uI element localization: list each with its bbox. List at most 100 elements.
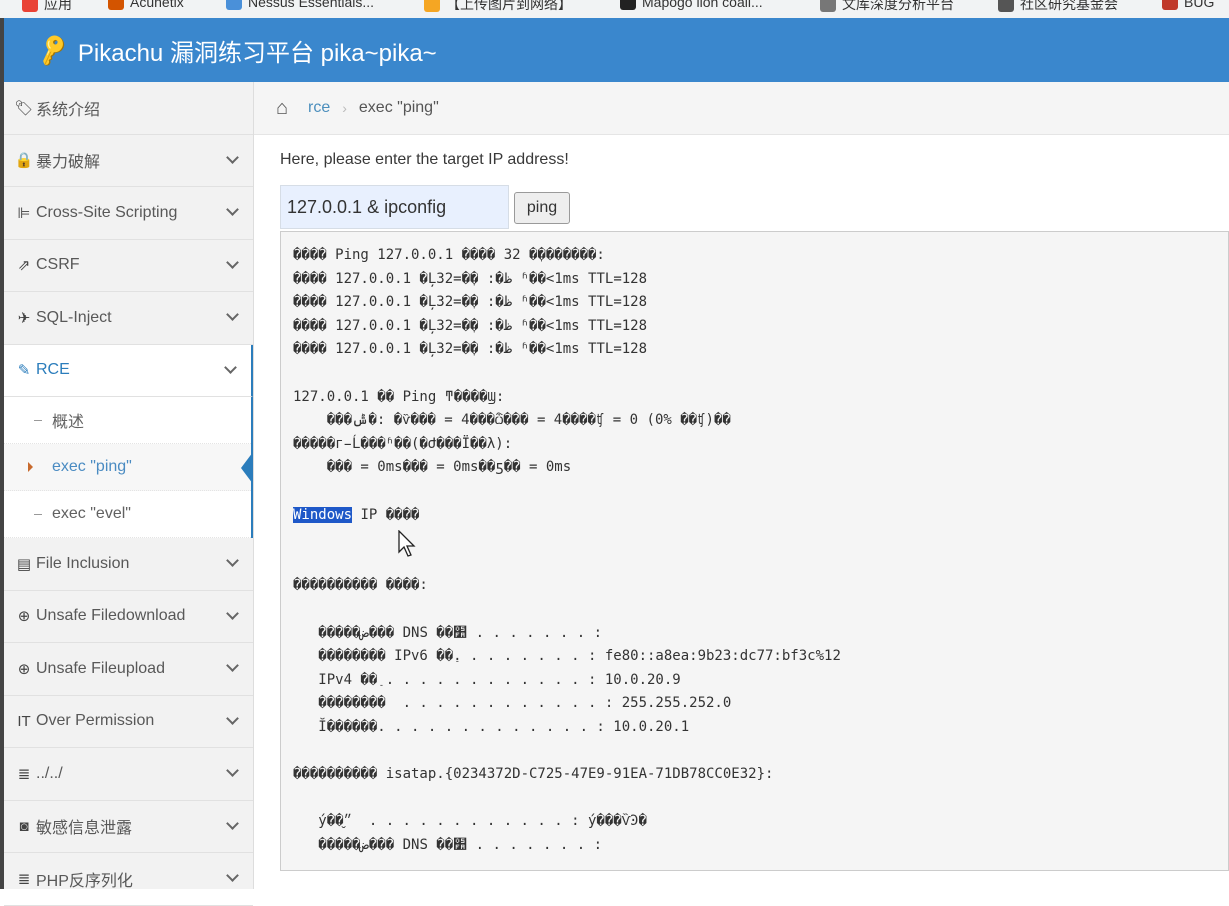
bookmark-item[interactable]: Acunetix	[108, 0, 184, 10]
bookmark-label: Acunetix	[130, 0, 184, 10]
chevron-down-icon	[226, 659, 239, 672]
chevron-down-icon	[226, 203, 239, 216]
bookmark-icon	[226, 0, 242, 10]
sidebar-item-sql-inject[interactable]: ✈ SQL-Inject	[4, 292, 253, 345]
sidebar-item-file-inclusion[interactable]: ▤ File Inclusion	[4, 538, 253, 591]
sidebar-item-label: 暴力破解	[36, 154, 101, 172]
chevron-down-icon	[226, 554, 239, 567]
command-output-text: ���� Ping 127.0.0.1 ���� 32 �ֽ�������: �…	[293, 244, 1228, 857]
submenu-item-label: exec "ping"	[52, 458, 132, 475]
sidebar-item-label: RCE	[36, 361, 70, 379]
bookmark-item[interactable]: 【上传图片到网络】	[424, 0, 572, 14]
bookmark-label: 文库深度分析平台	[842, 0, 954, 12]
bookmark-icon	[820, 0, 836, 12]
bookmark-icon	[998, 0, 1014, 12]
sidebar-item-label: ../../	[36, 764, 63, 782]
home-icon[interactable]: ⌂	[276, 97, 302, 120]
sidebar: 🏷 系统介绍 🔒 暴力破解 ⊫ Cross-Site Scripting ⇗ CSRF ✈ SQL…	[4, 82, 254, 906]
bookmark-icon	[424, 0, 440, 12]
output-text-after: IP ���� ���������� ����: �����ض��� DNS �…	[293, 506, 841, 853]
sidebar-item-label: 系统介绍	[36, 101, 101, 119]
submenu-dash	[34, 514, 42, 515]
bookmark-icon	[108, 0, 124, 10]
fighter-jet-icon: ✈	[17, 309, 31, 327]
bookmark-icon	[1162, 0, 1178, 10]
sidebar-item-[interactable]: 🔒 暴力破解	[4, 135, 253, 187]
submenu-item[interactable]: exec "ping"	[4, 444, 253, 491]
ping-button[interactable]: ping	[514, 192, 570, 224]
chevron-down-icon	[226, 764, 239, 777]
chevron-down-icon	[226, 606, 239, 620]
upload-icon: ⊕	[17, 660, 31, 678]
app-header: 🔑 Pikachu 漏洞练习平台 pika~pika~	[4, 18, 1229, 82]
bookmark-item[interactable]: Nessus Essentials...	[226, 0, 374, 10]
sidebar-item-label: CSRF	[36, 256, 80, 274]
bookmark-label: 应用	[44, 0, 72, 12]
ip-address-input[interactable]	[280, 185, 509, 229]
submenu-dash	[34, 420, 42, 421]
download-icon: ⊕	[17, 608, 31, 626]
sidebar-item-[interactable]: ◙ 敏感信息泄露	[4, 801, 253, 853]
bookmark-item[interactable]: BUG	[1162, 0, 1214, 10]
prompt-text: Here, please enter the target IP address…	[280, 151, 569, 168]
file-icon: ▤	[16, 555, 32, 573]
sidebar-item-over-permission[interactable]: IT Over Permission	[4, 696, 253, 748]
bookmark-label: 【上传图片到网络】	[446, 0, 572, 12]
chevron-down-icon	[226, 816, 239, 830]
sidebar-item-label: SQL-Inject	[36, 308, 112, 326]
selected-text: Windows	[293, 506, 353, 523]
sidebar-item-label: Cross-Site Scripting	[36, 203, 178, 221]
sidebar-item-[interactable]: 🏷 系统介绍	[4, 82, 253, 135]
sidebar-item-label: 敏感信息泄露	[36, 820, 133, 838]
bookmark-label: Mapogo lion coali...	[642, 0, 763, 10]
bookmark-item[interactable]: 社区研究基金会	[998, 0, 1118, 14]
pencil-icon: ✎	[17, 362, 31, 380]
sidebar-item-label: PHP反序列化	[36, 872, 133, 890]
sidebar-item-label: Unsafe Filedownload	[36, 607, 186, 625]
chevron-down-icon	[226, 711, 239, 725]
submenu-item-label: exec "evel"	[52, 505, 131, 522]
output-text-before: ���� Ping 127.0.0.1 ���� 32 �ֽ�������: �…	[293, 247, 731, 476]
bookmark-label: BUG	[1184, 0, 1215, 10]
mouse-cursor-icon	[398, 530, 416, 557]
sidebar-item-[interactable]: ≣ ../../	[4, 748, 253, 801]
lock-icon: 🔒	[14, 152, 34, 170]
chevron-down-icon	[226, 869, 239, 882]
breadcrumb-current: exec "ping"	[358, 99, 439, 116]
chevron-down-icon	[226, 255, 239, 269]
submenu-item-label: 概述	[52, 414, 85, 431]
align-left-icon: ≣	[17, 765, 31, 783]
sidebar-item-php[interactable]: ≣ PHP反序列化	[4, 853, 253, 906]
sidebar-item-unsafe-fileupload[interactable]: ⊕ Unsafe Fileupload	[4, 643, 253, 696]
align-left-icon: ≣	[17, 870, 31, 888]
breadcrumb-link-rce[interactable]: rce	[308, 99, 330, 117]
rce-submenu: 概述 exec "ping" exec "evel"	[4, 397, 253, 538]
chevron-down-icon	[226, 308, 239, 321]
sitemap-icon: ⊫	[17, 204, 31, 222]
bookmark-label: 社区研究基金会	[1020, 0, 1118, 12]
bookmarks-bar: 应用 Acunetix Nessus Essentials... 【上传图片到网络】 M…	[0, 0, 1229, 18]
bookmark-item[interactable]: Mapogo lion coali...	[620, 0, 763, 10]
bookmark-item[interactable]: 应用	[22, 0, 72, 14]
sidebar-item-label: Over Permission	[36, 712, 155, 730]
sidebar-item-label: File Inclusion	[36, 554, 130, 572]
breadcrumb-separator-icon: ›	[342, 100, 347, 116]
sidebar-item-rce[interactable]: ✎ RCE	[4, 344, 253, 397]
camera-icon: ◙	[19, 817, 29, 835]
main-content: Here, please enter the target IP address…	[254, 135, 1229, 889]
breadcrumb: ⌂ rce › exec "ping"	[254, 82, 1229, 135]
text-height-icon: IT	[17, 712, 31, 730]
share-icon: ⇗	[17, 257, 31, 275]
submenu-item[interactable]: exec "evel"	[4, 491, 251, 538]
sidebar-item-unsafe-filedownload[interactable]: ⊕ Unsafe Filedownload	[4, 591, 253, 643]
app-title[interactable]: Pikachu 漏洞练习平台 pika~pika~	[78, 33, 437, 68]
sidebar-item-csrf[interactable]: ⇗ CSRF	[4, 240, 253, 292]
bookmark-label: Nessus Essentials...	[248, 0, 375, 10]
submenu-item[interactable]: 概述	[4, 397, 251, 444]
active-indicator	[241, 452, 253, 484]
chevron-down-icon	[226, 150, 239, 164]
bookmark-icon	[620, 0, 636, 10]
chevron-down-icon	[224, 360, 237, 374]
bookmark-item[interactable]: 文库深度分析平台	[820, 0, 954, 14]
sidebar-item-cross-site-scripting[interactable]: ⊫ Cross-Site Scripting	[4, 187, 253, 240]
